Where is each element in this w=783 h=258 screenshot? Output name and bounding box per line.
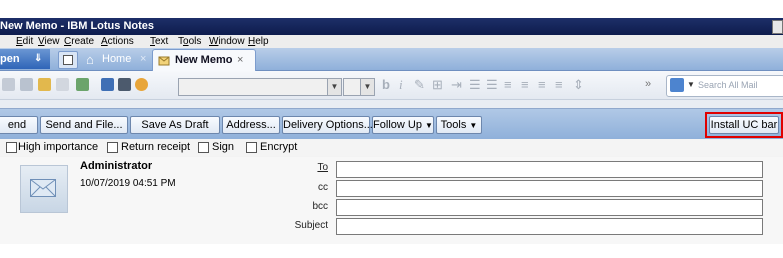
delivery-options-row: High importance Return receipt Sign Encr…: [0, 139, 783, 156]
italic-icon[interactable]: i: [399, 78, 403, 92]
chevron-down-icon: ▼: [469, 121, 478, 130]
bcc-label: bcc: [312, 201, 328, 212]
avatar: [20, 165, 68, 213]
arrow-down-icon: ⇓: [34, 53, 43, 64]
close-icon[interactable]: ×: [140, 51, 146, 68]
print-icon[interactable]: [118, 78, 131, 91]
menu-help[interactable]: Help: [248, 35, 269, 48]
window-title: New Memo - IBM Lotus Notes: [0, 20, 155, 32]
encrypt-label: Encrypt: [260, 141, 298, 153]
address-button[interactable]: Address...: [222, 116, 280, 134]
copy-icon[interactable]: [20, 78, 33, 91]
subject-label: Subject: [294, 220, 328, 231]
menu-actions[interactable]: Actions: [101, 35, 134, 48]
attach-icon[interactable]: [76, 78, 89, 91]
to-label[interactable]: To: [272, 162, 328, 173]
menu-bar: Edit View Create Actions Text Tools Wind…: [0, 35, 783, 48]
tab-home-label: Home: [102, 53, 132, 65]
separator: [0, 100, 783, 108]
align-center-icon[interactable]: ≡: [521, 78, 529, 92]
follow-up-button[interactable]: Follow Up ▼: [372, 116, 434, 134]
menu-tools[interactable]: Tools: [178, 35, 201, 48]
action-bar: end Send and File... Save As Draft Addre…: [0, 108, 783, 140]
tab-new-memo-label: New Memo: [175, 54, 233, 66]
more-chevron-icon[interactable]: »: [645, 78, 651, 90]
formatting-toolbar: ▼ ▼ b i ✎ ⊞ ⇥ ☰ ☰ ≡ ≡ ≡ ≡ ⇕ » ▼ Search A…: [0, 71, 783, 100]
highlight-box: Install UC bar: [705, 112, 783, 138]
chevron-down-icon: ▼: [425, 121, 433, 130]
scissors-icon[interactable]: [2, 78, 15, 91]
top-margin: [0, 0, 783, 18]
bold-icon[interactable]: b: [382, 78, 390, 92]
menu-text[interactable]: Text: [150, 35, 168, 48]
tab-new-memo[interactable]: New Memo ×: [152, 49, 256, 71]
envelope-icon: [30, 179, 56, 197]
close-icon[interactable]: ×: [237, 54, 243, 66]
spacing-icon[interactable]: ⇕: [573, 78, 584, 92]
install-uc-bar-button[interactable]: Install UC bar: [709, 116, 779, 134]
smiley-icon[interactable]: [135, 78, 148, 91]
font-size-select[interactable]: ▼: [343, 78, 375, 96]
save-icon[interactable]: [101, 78, 114, 91]
encrypt-checkbox[interactable]: [246, 142, 257, 153]
search-placeholder[interactable]: Search All Mail: [698, 80, 758, 90]
memo-date: 10/07/2019 04:51 PM: [80, 178, 176, 189]
tab-bar: pen ⇓ ⌂ Home × New Memo ×: [0, 48, 783, 71]
return-receipt-checkbox[interactable]: [107, 142, 118, 153]
memo-header: Administrator 10/07/2019 04:51 PM To cc …: [0, 157, 783, 244]
window-control-button[interactable]: [772, 20, 783, 34]
numbering-icon[interactable]: ☰: [486, 78, 498, 92]
to-field[interactable]: [336, 161, 763, 178]
tools-button[interactable]: Tools ▼: [436, 116, 482, 134]
return-receipt-label: Return receipt: [121, 141, 191, 153]
paste-icon[interactable]: [38, 78, 51, 91]
menu-window[interactable]: Window: [209, 35, 245, 48]
chevron-down-icon[interactable]: ▼: [687, 80, 695, 89]
sender-name: Administrator: [80, 160, 153, 172]
high-importance-checkbox[interactable]: [6, 142, 17, 153]
delivery-options-button[interactable]: Delivery Options...: [282, 116, 373, 134]
clipboard-icon[interactable]: [56, 78, 69, 91]
font-name-select[interactable]: ▼: [178, 78, 342, 96]
sign-label: Sign: [212, 141, 235, 153]
align-right-icon[interactable]: ≡: [538, 78, 546, 92]
window-list-icon: [63, 55, 73, 65]
highlighter-icon[interactable]: ✎: [414, 78, 425, 92]
show-tabs-button[interactable]: [58, 51, 78, 69]
follow-up-label: Follow Up: [373, 119, 422, 131]
memo-icon: [158, 56, 170, 66]
open-label: pen: [0, 53, 20, 65]
open-button[interactable]: pen ⇓: [0, 49, 50, 69]
tab-home[interactable]: ⌂ Home ×: [86, 51, 152, 68]
align-left-icon[interactable]: ≡: [504, 78, 512, 92]
justify-icon[interactable]: ≡: [555, 78, 563, 92]
save-as-draft-button[interactable]: Save As Draft: [130, 116, 220, 134]
home-icon: ⌂: [86, 52, 94, 67]
bcc-field[interactable]: [336, 199, 763, 216]
menu-view[interactable]: View: [38, 35, 60, 48]
cc-label: cc: [318, 182, 328, 193]
chevron-down-icon[interactable]: ▼: [327, 79, 341, 95]
menu-edit[interactable]: Edit: [16, 35, 33, 48]
search-scope-icon[interactable]: [670, 78, 684, 92]
send-and-file-button[interactable]: Send and File...: [40, 116, 128, 134]
lotus-notes-window: New Memo - IBM Lotus Notes Edit View Cre…: [0, 0, 783, 244]
bullets-icon[interactable]: ☰: [469, 78, 481, 92]
search-box[interactable]: ▼ Search All Mail: [666, 75, 783, 97]
title-bar: New Memo - IBM Lotus Notes: [0, 18, 783, 35]
text-color-icon[interactable]: ⊞: [432, 78, 443, 92]
send-button[interactable]: end: [0, 116, 38, 134]
sign-checkbox[interactable]: [198, 142, 209, 153]
subject-field[interactable]: [336, 218, 763, 235]
bottom-margin: [0, 244, 783, 258]
tools-label: Tools: [440, 119, 467, 131]
chevron-down-icon[interactable]: ▼: [360, 79, 374, 95]
cc-field[interactable]: [336, 180, 763, 197]
menu-create[interactable]: Create: [64, 35, 94, 48]
indent-icon[interactable]: ⇥: [451, 78, 462, 92]
high-importance-label: High importance: [18, 141, 99, 153]
